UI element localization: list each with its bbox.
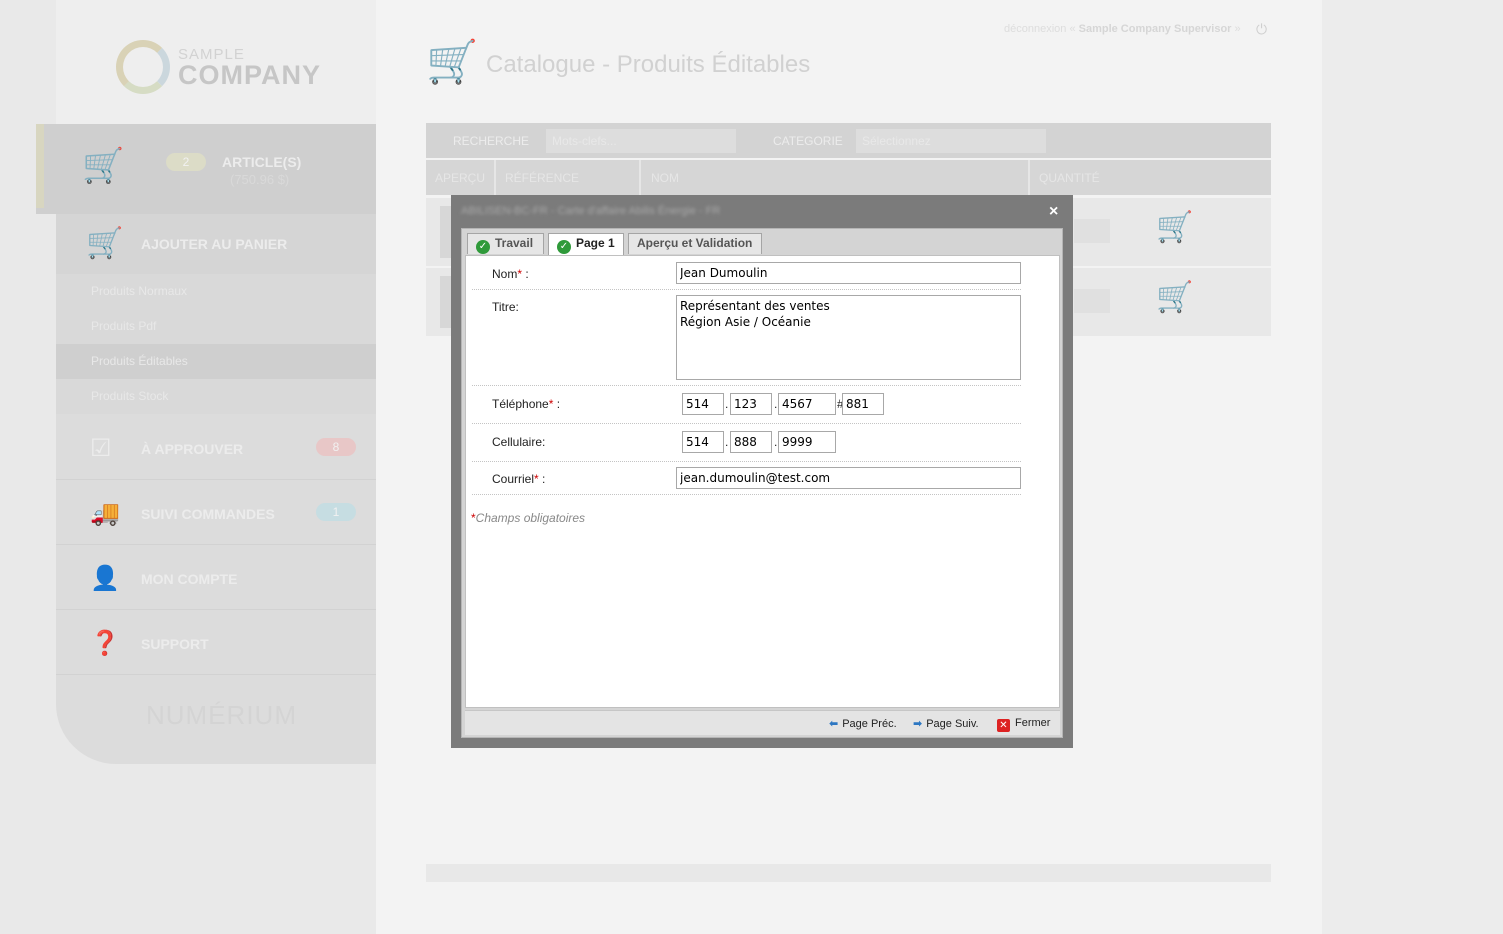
category-select[interactable]: Sélectionnez — [856, 129, 1046, 153]
nav-support[interactable]: ❓ SUPPORT — [56, 611, 376, 675]
tab-apercu-validation[interactable]: Aperçu et Validation — [628, 233, 762, 254]
nav-approve[interactable]: ☑ À APPROUVER 8 — [56, 416, 376, 480]
nav-add-to-cart[interactable]: 🛒 AJOUTER AU PANIER — [56, 214, 376, 274]
sidebar: SAMPLE COMPANY 🛒 2 ARTICLE(S) (750.96 $)… — [36, 0, 376, 764]
check-icon: ✓ — [476, 240, 490, 254]
user-name: Sample Company Supervisor — [1078, 23, 1232, 35]
courriel-input[interactable] — [676, 467, 1021, 489]
cart-summary[interactable]: 🛒 2 ARTICLE(S) (750.96 $) — [36, 124, 376, 214]
sidebar-item-produits-pdf[interactable]: Produits Pdf — [56, 309, 376, 344]
modal-body: ✓ Travail ✓ Page 1 Aperçu et Validation No… — [461, 228, 1063, 738]
next-page-button[interactable]: ➡ Page Suiv. — [913, 717, 979, 730]
logo-area: SAMPLE COMPANY — [56, 0, 376, 124]
numerium-logo: NUMÉRIUM — [146, 700, 297, 730]
nav-orders-label: SUIVI COMMANDES — [141, 506, 275, 522]
category-label: CATEGORIE — [773, 134, 843, 148]
sidebar-item-produits-stock[interactable]: Produits Stock — [56, 379, 376, 414]
nav-approve-label: À APPROUVER — [141, 441, 244, 457]
arrow-left-icon: ⬅ — [829, 718, 839, 730]
truck-icon: 🚚 — [90, 500, 120, 527]
form-row-telephone: Téléphone* : . . # — [472, 386, 1021, 424]
modal-footer: ⬅ Page Préc. ➡ Page Suiv. ✕ Fermer — [465, 710, 1060, 735]
telephone-label: Téléphone* : — [492, 397, 561, 411]
user-icon: 👤 — [90, 565, 120, 592]
tab-bar: ✓ Travail ✓ Page 1 Aperçu et Validation — [462, 229, 1062, 255]
nav-account[interactable]: 👤 MON COMPTE — [56, 546, 376, 610]
catalogue-cart-icon: 🛒 — [426, 38, 479, 85]
cellulaire-label: Cellulaire: — [492, 435, 546, 449]
check-icon: ✓ — [557, 240, 571, 254]
tab-travail-label: Travail — [495, 236, 534, 250]
row-quantity[interactable] — [1074, 219, 1110, 243]
cellulaire-line-input[interactable] — [778, 431, 836, 453]
cart-total: (750.96 $) — [230, 172, 290, 187]
cart-count-badge: 2 — [166, 153, 206, 171]
telephone-line-input[interactable] — [778, 393, 836, 415]
titre-textarea[interactable]: Représentant des ventes Région Asie / Oc… — [676, 295, 1021, 380]
table-header: APERÇU RÉFÉRENCE NOM QUANTITÉ — [426, 160, 1271, 195]
arrow-right-icon: ➡ — [913, 718, 923, 730]
form-row-titre: Titre: Représentant des ventes Région As… — [472, 290, 1021, 386]
tab-page-1-label: Page 1 — [576, 236, 615, 250]
telephone-area-input[interactable] — [682, 393, 724, 415]
modal-title: ABILISEN-BC-FR - Carte d'affaire Abilis … — [461, 205, 721, 217]
nav-orders[interactable]: 🚚 SUIVI COMMANDES 1 — [56, 481, 376, 545]
cart-articles-label: ARTICLE(S) — [222, 154, 302, 170]
user-bar: déconnexion « Sample Company Supervisor … — [1004, 23, 1241, 35]
page-footer — [426, 864, 1271, 882]
approve-badge: 8 — [316, 438, 356, 456]
titre-label: Titre: — [492, 300, 519, 314]
form-row-nom: Nom* : — [472, 256, 1021, 290]
courriel-label: Courriel* : — [492, 472, 546, 486]
required-fields-note: *Champs obligatoires — [471, 511, 586, 525]
close-x-icon: ✕ — [997, 719, 1010, 732]
close-button[interactable]: ✕ Fermer — [997, 717, 1050, 732]
prev-page-button[interactable]: ⬅ Page Préc. — [829, 717, 897, 730]
checkbox-icon: ☑ — [90, 435, 112, 462]
logo-big-text: COMPANY — [178, 60, 322, 90]
power-icon[interactable]: ⏻ — [1256, 21, 1267, 38]
nom-input[interactable] — [676, 262, 1021, 284]
page-title: Catalogue - Produits Éditables — [486, 51, 811, 78]
telephone-prefix-input[interactable] — [730, 393, 772, 415]
nav-account-label: MON COMPTE — [141, 571, 238, 587]
close-icon[interactable]: × — [1049, 203, 1058, 221]
sidebar-item-produits-normaux[interactable]: Produits Normaux — [56, 274, 376, 309]
edit-product-modal: ABILISEN-BC-FR - Carte d'affaire Abilis … — [451, 195, 1073, 748]
telephone-ext-input[interactable] — [842, 393, 884, 415]
orders-badge: 1 — [316, 503, 356, 521]
search-input[interactable]: Mots-clefs... — [546, 129, 736, 153]
nav-support-label: SUPPORT — [141, 636, 209, 652]
tab-page-1[interactable]: ✓ Page 1 — [548, 233, 624, 255]
col-reference: RÉFÉRENCE — [505, 171, 580, 185]
search-label: RECHERCHE — [453, 134, 530, 148]
cart-icon: 🛒 — [82, 147, 125, 185]
row-add-cart-icon[interactable]: 🛒 — [1156, 280, 1193, 315]
search-bar: RECHERCHE Mots-clefs... CATEGORIE Sélect… — [426, 123, 1271, 158]
cellulaire-prefix-input[interactable] — [730, 431, 772, 453]
col-nom: NOM — [651, 171, 679, 185]
form-row-cellulaire: Cellulaire: . . — [472, 424, 1021, 462]
right-gutter — [1322, 0, 1503, 934]
help-icon: ❓ — [90, 630, 120, 657]
nom-label: Nom* : — [492, 267, 529, 281]
form-content: Nom* : Titre: Représentant des ventes Ré… — [465, 255, 1060, 708]
add-cart-icon: 🛒 — [86, 227, 124, 260]
tab-travail[interactable]: ✓ Travail — [467, 233, 544, 254]
company-logo-icon — [116, 40, 170, 94]
sidebar-item-produits-editables[interactable]: Produits Éditables — [56, 344, 376, 379]
tab-apercu-label: Aperçu et Validation — [637, 236, 753, 250]
nav-add-to-cart-label: AJOUTER AU PANIER — [141, 236, 288, 252]
col-apercu: APERÇU — [435, 171, 486, 185]
row-quantity[interactable] — [1074, 289, 1110, 313]
row-add-cart-icon[interactable]: 🛒 — [1156, 210, 1193, 245]
logout-link[interactable]: déconnexion — [1004, 23, 1066, 35]
col-quantite: QUANTITÉ — [1039, 171, 1100, 185]
cellulaire-area-input[interactable] — [682, 431, 724, 453]
form-row-courriel: Courriel* : — [472, 462, 1021, 495]
